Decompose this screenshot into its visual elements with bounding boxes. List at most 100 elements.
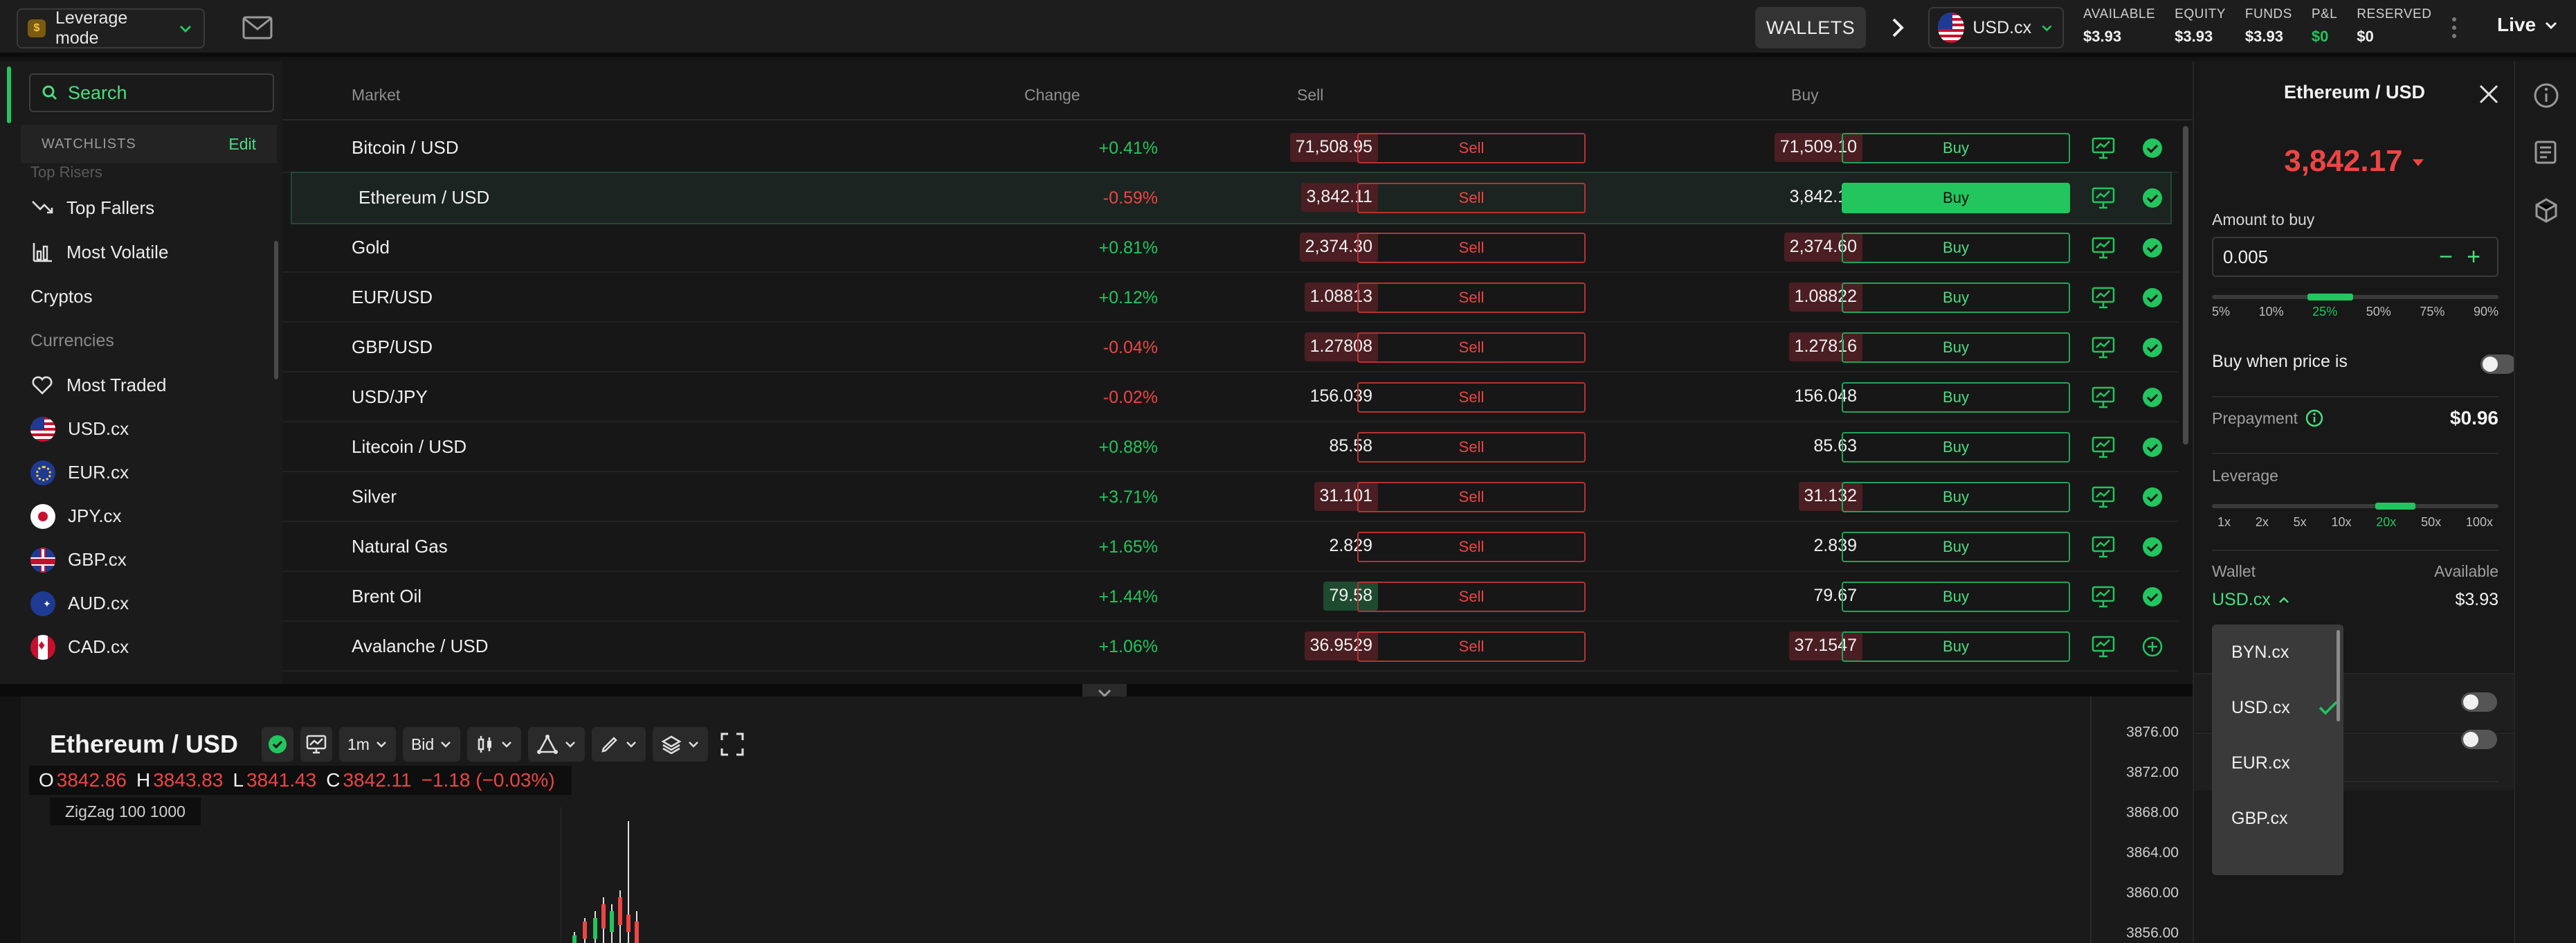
header-market[interactable]: Market [352, 86, 400, 105]
wallet-option-eur-cx[interactable]: EUR.cx [2212, 735, 2343, 791]
wallet-selector[interactable]: USD.cx [2212, 590, 2290, 610]
header-sell[interactable]: Sell [1297, 86, 1323, 105]
leverage-option[interactable]: 2x [2256, 515, 2269, 530]
amount-input[interactable] [2223, 246, 2432, 268]
watchlists-edit-link[interactable]: Edit [228, 135, 256, 154]
market-row[interactable]: GBP/USD -0.04% 1.27808 Sell 1.27816 Buy [282, 323, 2179, 372]
market-row[interactable]: USD/JPY -0.02% 156.039 Sell 156.048 Buy [282, 372, 2179, 422]
layers-selector[interactable] [653, 727, 709, 762]
sidebar-item-aud-cx[interactable]: AUD.cx [21, 582, 277, 625]
sidebar-item-most-traded[interactable]: Most Traded [21, 363, 277, 407]
open-chart-icon[interactable] [2091, 634, 2116, 659]
buy-button[interactable]: Buy [1842, 382, 2070, 413]
leverage-option[interactable]: 5x [2294, 515, 2307, 530]
sidebar-item-eur-cx[interactable]: EUR.cx [21, 451, 277, 494]
wallet-option-byn-cx[interactable]: BYN.cx [2212, 625, 2343, 680]
open-chart-icon[interactable] [2091, 385, 2116, 410]
amount-slider-fill[interactable] [2307, 294, 2353, 300]
leverage-option[interactable]: 1x [2217, 515, 2231, 530]
sell-button[interactable]: Sell [1357, 233, 1586, 263]
leverage-option[interactable]: 50x [2421, 515, 2441, 530]
leverage-slider[interactable] [2212, 503, 2498, 510]
market-row[interactable]: Gold +0.81% 2,374.30 Sell 2,374.60 Buy [282, 223, 2179, 273]
option-toggle-2[interactable] [2461, 730, 2497, 749]
market-row[interactable]: Brent Oil +1.44% 79.58 Sell 79.67 Buy [282, 572, 2179, 622]
interval-selector[interactable]: 1m [339, 727, 396, 762]
amount-percent-option[interactable]: 5% [2212, 305, 2230, 319]
leverage-option[interactable]: 10x [2331, 515, 2351, 530]
increase-amount-button[interactable]: + [2460, 244, 2487, 271]
sidebar-item-cad-cx[interactable]: CAD.cx [21, 625, 277, 669]
amount-percent-option[interactable]: 90% [2474, 305, 2498, 319]
price-chart[interactable]: Ethereum / USD 1m Bid O 3842.86 H 3843.8… [21, 697, 2193, 943]
buy-button[interactable]: Buy [1842, 631, 2070, 662]
sidebar-item-most-volatile[interactable]: Most Volatile [21, 230, 277, 274]
sell-button[interactable]: Sell [1357, 482, 1586, 512]
sell-button[interactable]: Sell [1357, 282, 1586, 313]
open-chart-icon[interactable] [2091, 136, 2116, 161]
open-chart-icon[interactable] [2091, 335, 2116, 360]
sell-button[interactable]: Sell [1357, 532, 1586, 562]
dropdown-scrollbar[interactable] [2337, 630, 2340, 721]
in-watchlist-check-icon[interactable] [2141, 386, 2164, 408]
chart-type-button[interactable] [300, 727, 332, 762]
more-vertical-icon[interactable] [2447, 14, 2461, 42]
in-watchlist-check-icon[interactable] [2141, 586, 2164, 608]
sell-button[interactable]: Sell [1357, 631, 1586, 662]
sidebar-item-top-fallers[interactable]: Top Fallers [21, 186, 277, 230]
sell-button[interactable]: Sell [1357, 332, 1586, 363]
in-watchlist-check-icon[interactable] [2141, 436, 2164, 458]
sell-button[interactable]: Sell [1357, 432, 1586, 462]
price-axis[interactable]: 3876.00 3872.00 3868.00 3864.00 3860.00 3856.… [2090, 697, 2193, 943]
buy-button[interactable]: Buy [1842, 482, 2070, 512]
sell-button[interactable]: Sell [1357, 133, 1586, 163]
in-watchlist-check-icon[interactable] [2141, 237, 2164, 259]
sidebar-item-jpy-cx[interactable]: JPY.cx [21, 494, 277, 538]
header-change[interactable]: Change [1024, 86, 1080, 105]
market-row[interactable]: Litecoin / USD +0.88% 85.58 Sell 85.63 Buy [282, 422, 2179, 472]
buy-button[interactable]: Buy [1842, 233, 2070, 263]
info-icon[interactable] [2305, 408, 2324, 428]
buy-when-toggle[interactable] [2480, 354, 2516, 374]
buy-button[interactable]: Buy [1842, 582, 2070, 612]
sidebar-item-gbp-cx[interactable]: GBP.cx [21, 538, 277, 582]
market-row[interactable]: EUR/USD +0.12% 1.08813 Sell 1.08822 Buy [282, 273, 2179, 323]
wallets-button[interactable]: WALLETS [1755, 7, 1866, 48]
open-chart-icon[interactable] [2091, 285, 2116, 310]
search-box[interactable] [29, 73, 274, 112]
indicator-label[interactable]: ZigZag 100 1000 [50, 798, 201, 825]
amount-percent-option[interactable]: 10% [2259, 305, 2284, 319]
close-icon[interactable] [2476, 82, 2501, 107]
buy-button[interactable]: Buy [1842, 432, 2070, 462]
decrease-amount-button[interactable]: − [2432, 244, 2460, 271]
amount-percent-option[interactable]: 25% [2312, 305, 2337, 319]
price-type-selector[interactable]: Bid [402, 727, 461, 762]
currency-selector[interactable]: USD.cx [1928, 7, 2064, 48]
header-buy[interactable]: Buy [1791, 86, 1819, 105]
wallet-option-gbp-cx[interactable]: GBP.cx [2212, 791, 2343, 846]
sidebar-item-top-risers[interactable]: Top Risers [21, 163, 277, 186]
mail-icon[interactable] [242, 15, 273, 40]
sidebar-item-cryptos[interactable]: Cryptos [21, 274, 277, 318]
market-row[interactable]: Natural Gas +1.65% 2.829 Sell 2.839 Buy [282, 522, 2179, 572]
in-watchlist-check-icon[interactable] [2141, 287, 2164, 309]
leverage-mode-selector[interactable]: $ Leverage mode [17, 8, 205, 48]
chart-status-button[interactable] [262, 727, 293, 762]
open-chart-icon[interactable] [2091, 535, 2116, 559]
amount-slider[interactable] [2212, 294, 2498, 300]
in-watchlist-check-icon[interactable] [2141, 137, 2164, 159]
sell-button[interactable]: Sell [1357, 382, 1586, 413]
search-input[interactable] [68, 82, 262, 104]
open-chart-icon[interactable] [2091, 435, 2116, 460]
cube-icon[interactable] [2532, 197, 2560, 224]
wallet-option-usd-cx[interactable]: USD.cx [2212, 680, 2343, 735]
in-watchlist-check-icon[interactable] [2141, 486, 2164, 508]
leverage-slider-fill[interactable] [2375, 503, 2415, 510]
leverage-option[interactable]: 100x [2466, 515, 2493, 530]
market-row[interactable]: Silver +3.71% 31.101 Sell 31.132 Buy [282, 472, 2179, 522]
in-watchlist-check-icon[interactable] [2141, 536, 2164, 558]
info-icon[interactable] [2532, 82, 2560, 109]
in-watchlist-check-icon[interactable] [2141, 336, 2164, 359]
open-chart-icon[interactable] [2091, 186, 2116, 210]
amount-percent-option[interactable]: 50% [2366, 305, 2391, 319]
